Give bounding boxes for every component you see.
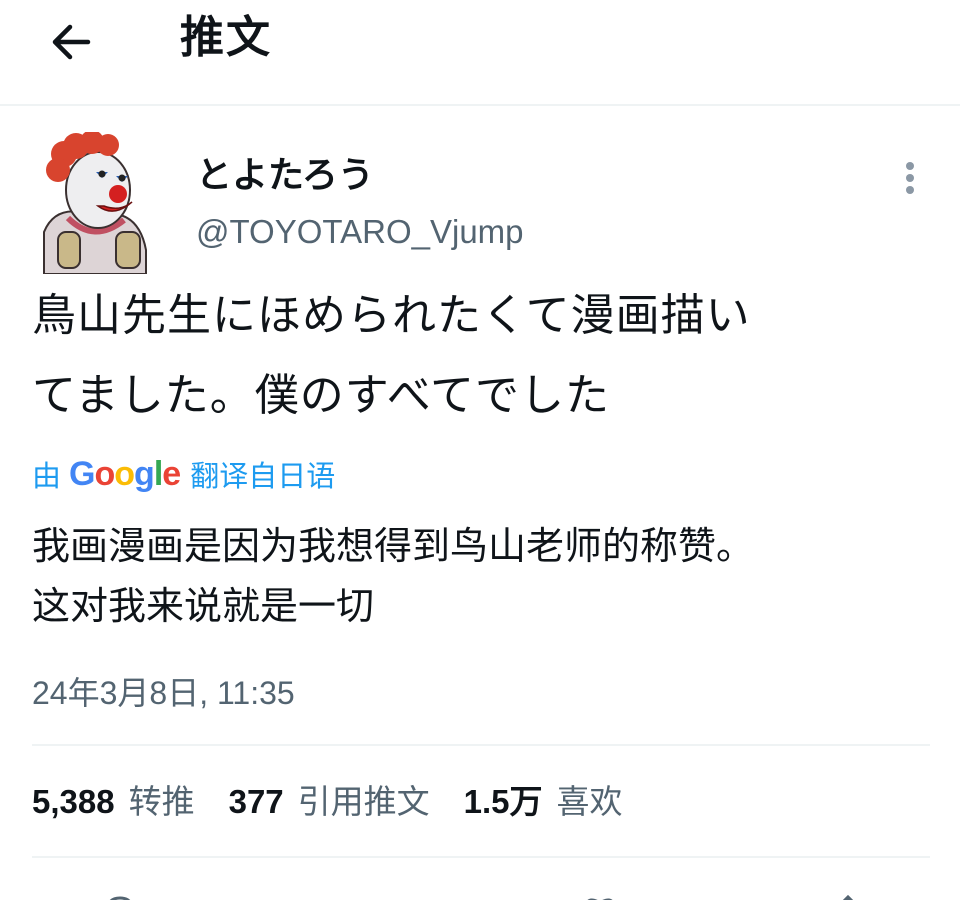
back-button[interactable] [44,14,100,70]
top-bar: 推文 [0,0,960,104]
arrow-left-icon [52,24,91,60]
retweet-count: 5,388 [32,783,115,820]
quote-count: 377 [228,783,284,820]
more-dot-icon [906,186,914,194]
tweet-stats: 5,388 转推 377 引用推文 1.5万 喜欢 [32,778,657,826]
tweet-timestamp[interactable]: 24年3月8日, 11:35 [32,670,295,716]
quotes-stat[interactable]: 377 引用推文 [229,778,430,826]
tweet-text: 鳥山先生にほめられたくて漫画描い てました。僕のすべてでした [32,276,932,436]
translation-attribution[interactable]: 由 Google 翻译自日语 [32,452,335,496]
stats-top-divider [32,744,930,746]
retweet-button[interactable] [338,892,378,900]
more-dot-icon [906,174,914,182]
retweet-label: 转推 [128,782,195,821]
page-title: 推文 [180,12,272,63]
stats-bottom-divider [32,856,930,858]
header-divider [0,104,960,106]
tweet-text-line: てました。僕のすべてでした [32,370,610,421]
quote-label: 引用推文 [297,782,430,821]
translate-suffix: 翻译自日语 [190,459,336,493]
translate-prefix: 由 [32,459,62,493]
avatar[interactable] [38,132,152,274]
retweet-icon [338,892,378,900]
tweet-text-line: 鳥山先生にほめられたくて漫画描い [32,290,751,341]
clown-avatar-icon [43,132,147,274]
translated-text-line: 我画漫画是因为我想得到鸟山老师的称赞。 [32,524,755,568]
likes-stat[interactable]: 1.5万 喜欢 [464,778,623,826]
more-options-button[interactable] [896,158,924,198]
like-label: 喜欢 [556,782,623,821]
retweets-stat[interactable]: 5,388 转推 [32,778,195,826]
like-count: 1.5万 [463,783,543,820]
translated-text-line: 这对我来说就是一切 [32,584,375,628]
display-name[interactable]: とよたろう [196,152,374,200]
like-button[interactable] [580,892,620,900]
google-logo: Google [69,454,181,493]
user-handle[interactable]: @TOYOTARO_Vjump [196,209,524,255]
more-dot-icon [906,162,914,170]
share-button[interactable] [828,892,868,900]
reply-button[interactable] [100,892,140,900]
tweet-action-bar [0,880,960,900]
reply-icon [110,896,130,900]
like-icon [587,898,613,900]
translated-text: 我画漫画是因为我想得到鸟山老师的称赞。 这对我来说就是一切 [32,516,932,636]
share-icon [842,894,854,900]
